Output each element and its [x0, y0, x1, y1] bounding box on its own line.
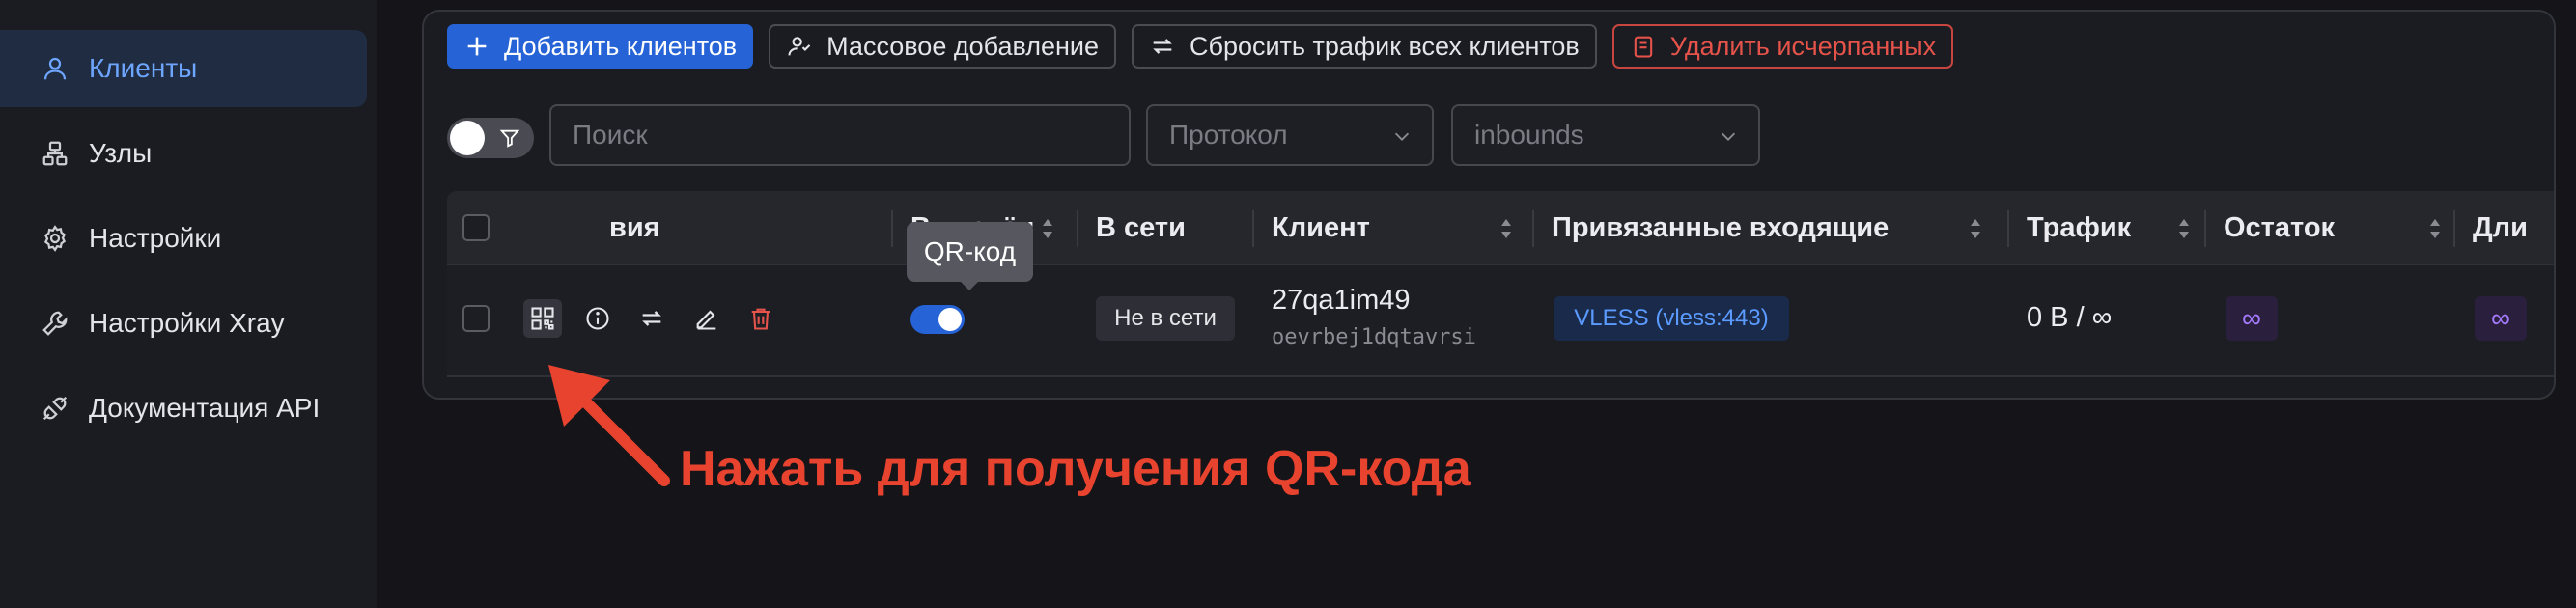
annotation-arrow — [548, 365, 670, 486]
qr-code-tooltip: QR-код — [907, 222, 1033, 290]
column-online: В сети — [1096, 211, 1186, 243]
annotation-text: Нажать для получения QR-кода — [680, 441, 1471, 497]
sidebar: Клиенты Узлы Настройки Настройки Xray До… — [0, 0, 377, 608]
sidebar-item-settings[interactable]: Настройки — [0, 200, 367, 277]
reset-traffic-button[interactable]: Сбросить трафик всех клиентов — [1131, 24, 1597, 69]
client-name: 27qa1im49 — [1272, 285, 1411, 316]
toolbar: Добавить клиентов Массовое добавление Сб… — [447, 24, 1954, 69]
row-checkbox[interactable] — [462, 305, 490, 332]
column-remaining-label: Остаток — [2224, 211, 2336, 243]
gear-icon — [39, 222, 71, 255]
column-traffic[interactable]: Трафик — [2027, 191, 2189, 264]
users-icon — [788, 37, 811, 56]
column-divider — [2453, 210, 2455, 247]
inbounds-placeholder: inbounds — [1474, 120, 1584, 150]
clients-table: вия Включён В сети Клиент Привязанные вх… — [447, 191, 2554, 377]
sidebar-item-label: Документация API — [89, 393, 321, 423]
sidebar-item-xray-settings[interactable]: Настройки Xray — [0, 285, 367, 362]
duration-badge: ∞ — [2475, 296, 2527, 341]
client-id: oevrbej1dqtavrsi — [1272, 325, 1476, 349]
remaining-badge: ∞ — [2226, 296, 2278, 341]
sort-icon — [1043, 219, 1052, 238]
refresh-icon — [1153, 39, 1172, 54]
sort-icon — [2179, 219, 2189, 238]
select-all-checkbox[interactable] — [462, 214, 490, 241]
column-divider — [891, 210, 893, 247]
info-icon — [586, 307, 609, 330]
plus-icon — [467, 37, 487, 56]
bulk-add-button[interactable]: Массовое добавление — [769, 24, 1116, 69]
sort-icon — [1971, 219, 1980, 238]
user-icon — [39, 52, 71, 85]
bulk-add-label: Массовое добавление — [826, 31, 1099, 61]
column-client[interactable]: Клиент — [1272, 191, 1511, 264]
pencil-icon — [696, 310, 716, 330]
refresh-icon — [642, 311, 661, 326]
sidebar-item-label: Настройки Xray — [89, 308, 285, 338]
column-remaining[interactable]: Остаток — [2224, 191, 2440, 264]
traffic-value: 0 B / ∞ — [2027, 302, 2113, 333]
column-divider — [1077, 210, 1078, 247]
sidebar-item-label: Клиенты — [89, 53, 198, 83]
online-status-badge: Не в сети — [1096, 296, 1235, 341]
edit-button[interactable] — [687, 299, 726, 338]
api-icon — [39, 392, 71, 425]
column-duration: Дли — [2473, 211, 2528, 243]
sidebar-item-nodes[interactable]: Узлы — [0, 115, 367, 192]
delete-exhausted-button[interactable]: Удалить исчерпанных — [1611, 24, 1954, 69]
column-inbounds[interactable]: Привязанные входящие — [1552, 191, 1980, 264]
column-inbounds-label: Привязанные входящие — [1552, 211, 1890, 243]
sidebar-item-label: Узлы — [89, 138, 153, 168]
protocol-select[interactable]: Протокол — [1146, 104, 1434, 166]
nodes-icon — [39, 137, 71, 170]
sidebar-item-api-docs[interactable]: Документация API — [0, 370, 367, 447]
wrench-icon — [39, 307, 71, 340]
column-divider — [2204, 210, 2206, 247]
protocol-placeholder: Протокол — [1169, 120, 1288, 150]
column-divider — [1532, 210, 1534, 247]
inbounds-select[interactable]: inbounds — [1451, 104, 1760, 166]
qr-code-icon — [531, 307, 554, 330]
trash-icon — [751, 308, 770, 330]
toggle-knob — [450, 121, 485, 155]
chevron-down-icon — [1721, 132, 1736, 141]
column-traffic-label: Трафик — [2027, 211, 2132, 243]
sidebar-item-clients[interactable]: Клиенты — [0, 30, 367, 107]
column-divider — [2007, 210, 2009, 247]
add-clients-label: Добавить клиентов — [504, 31, 738, 61]
column-actions: вия — [609, 211, 660, 243]
reset-traffic-label: Сбросить трафик всех клиентов — [1189, 31, 1580, 61]
delete-exhausted-label: Удалить исчерпанных — [1669, 31, 1937, 61]
inbound-tag[interactable]: VLESS (vless:443) — [1554, 296, 1789, 341]
sort-icon — [2430, 219, 2440, 238]
chevron-down-icon — [1394, 132, 1410, 141]
clients-card: Добавить клиентов Массовое добавление Сб… — [422, 10, 2556, 400]
column-divider — [1252, 210, 1254, 247]
column-client-label: Клиент — [1272, 211, 1370, 243]
table-header: вия Включён В сети Клиент Привязанные вх… — [447, 191, 2554, 264]
sidebar-item-label: Настройки — [89, 223, 222, 253]
table-row: Не в сети 27qa1im49 oevrbej1dqtavrsi VLE… — [447, 264, 2554, 377]
switch-knob — [938, 308, 962, 331]
trash-icon — [1634, 36, 1652, 58]
add-clients-button[interactable]: Добавить клиентов — [447, 24, 754, 69]
filter-toggle[interactable] — [447, 118, 534, 158]
sort-icon — [1501, 219, 1511, 238]
info-button[interactable] — [578, 299, 617, 338]
search-placeholder: Поиск — [573, 120, 648, 150]
enabled-switch[interactable] — [910, 305, 965, 334]
search-input[interactable]: Поиск — [549, 104, 1131, 166]
reset-traffic-row-button[interactable] — [632, 299, 671, 338]
delete-button[interactable] — [742, 299, 780, 338]
qr-code-button[interactable] — [523, 299, 562, 338]
filter-icon — [499, 129, 520, 148]
